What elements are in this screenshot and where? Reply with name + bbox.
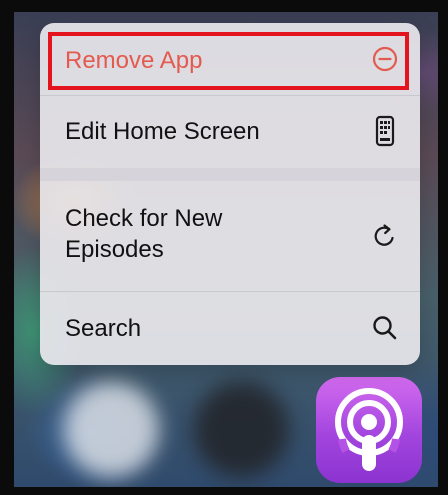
check-for-new-episodes-label: Check for New Episodes: [65, 205, 223, 263]
remove-app-menu-item[interactable]: Remove App: [40, 23, 420, 95]
edit-home-screen-menu-item[interactable]: Edit Home Screen: [40, 95, 420, 168]
podcasts-app-icon[interactable]: [316, 377, 422, 483]
screen-border: [0, 487, 448, 495]
check-for-new-episodes-menu-item[interactable]: Check for New Episodes: [40, 181, 420, 291]
screen-border: [0, 0, 14, 495]
search-label: Search: [65, 315, 142, 342]
blurred-app-icon: [64, 382, 159, 477]
menu-group-separator: [40, 168, 420, 181]
screen-border: [0, 0, 448, 12]
phone-icon: [370, 115, 400, 147]
edit-home-screen-label: Edit Home Screen: [65, 118, 260, 145]
remove-app-label: Remove App: [65, 47, 203, 74]
search-icon: [370, 313, 400, 343]
blurred-app-icon: [194, 382, 289, 477]
search-menu-item[interactable]: Search: [40, 292, 420, 365]
screenshot-frame: Remove App Edit Home Screen Check for Ne…: [0, 0, 448, 495]
podcasts-icon: [335, 388, 403, 471]
minus-circle-icon: [370, 44, 400, 74]
refresh-icon: [370, 221, 400, 251]
context-menu: Remove App Edit Home Screen Check for Ne…: [40, 23, 420, 365]
screen-border: [438, 0, 448, 495]
